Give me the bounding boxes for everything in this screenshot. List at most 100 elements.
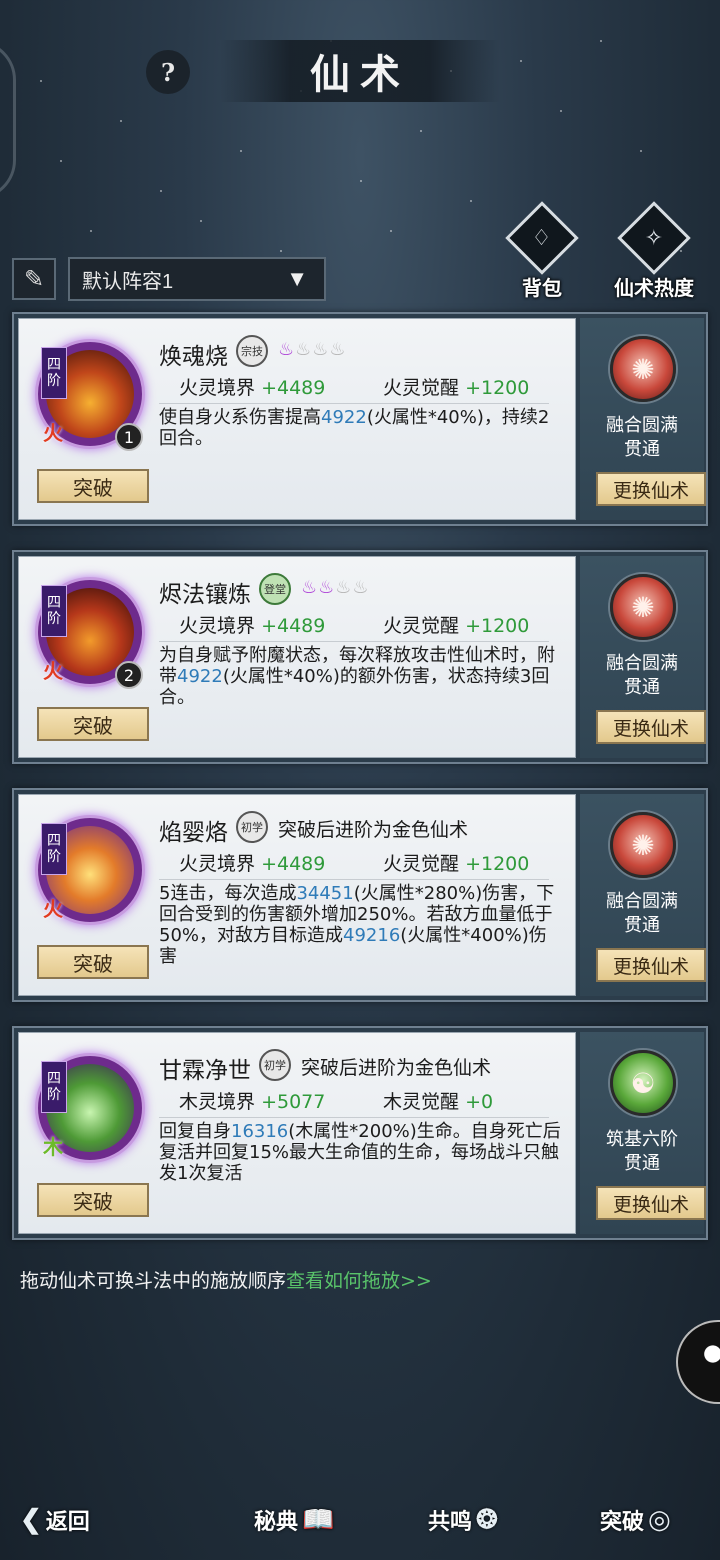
lineup-dropdown[interactable]: 默认阵容1 ▼ [68, 257, 326, 301]
break-button[interactable]: 突破 [37, 1183, 149, 1217]
skill-name: 焰婴烙 [159, 820, 228, 846]
stat-label: 木灵境界 [179, 1091, 256, 1113]
breakthrough-nav-button[interactable]: 突破 ◎ [600, 1498, 671, 1542]
bag-button[interactable]: ♢ 背包 [494, 201, 590, 302]
phoenix-icon[interactable]: ✺ [610, 812, 676, 878]
dragon-icon[interactable]: ☯ [610, 1050, 676, 1116]
bag-label: 背包 [522, 276, 562, 300]
phoenix-icon[interactable]: ✺ [610, 574, 676, 640]
stat-awaken: 火灵觉醒 +1200 [383, 849, 529, 876]
stat-label: 火灵境界 [179, 853, 256, 875]
skill-info-panel: 四阶木突破 甘霖净世 初学 突破后进阶为金色仙术 木灵境界 +5077 木灵觉醒 +0 回复… [18, 1032, 576, 1234]
flame-icon: ♨ [318, 577, 336, 598]
stat-label: 木灵觉醒 [383, 1091, 460, 1113]
break-button[interactable]: 突破 [37, 707, 149, 741]
swirl-icon: ❂ [476, 1505, 498, 1535]
skill-heat-button[interactable]: ✧ 仙术热度 [606, 201, 702, 302]
fusion-line: 筑基六阶 [606, 1129, 678, 1150]
divider [159, 1117, 549, 1118]
tier-tag: 四阶 [41, 347, 67, 399]
resonance-label: 共鸣 [428, 1509, 473, 1535]
skill-description: 回复自身16316(木属性*200%)生命。自身死亡后复活并回复15%最大生命值… [159, 1121, 563, 1184]
tier-tag: 四阶 [41, 585, 67, 637]
swap-skill-button[interactable]: 更换仙术 [596, 948, 706, 982]
skill-description: 5连击，每次造成34451(火属性*280%)伤害，下回合受到的伤害额外增加25… [159, 883, 563, 967]
tier-char: 阶 [47, 373, 61, 389]
fusion-line: 融合圆满 [606, 415, 678, 436]
desc-text: 回复自身 [159, 1121, 231, 1142]
phoenix-icon[interactable]: ✺ [610, 336, 676, 402]
open-book-icon: 📖 [302, 1505, 335, 1535]
advance-note: 突破后进阶为金色仙术 [301, 1057, 492, 1079]
flame-icon: ♨ [352, 577, 370, 598]
how-to-drag-link[interactable]: 查看如何拖放>> [286, 1270, 432, 1292]
stat-value: +1200 [465, 377, 530, 399]
flame-icon: ♨ [301, 577, 319, 598]
tier-tag: 四阶 [41, 823, 67, 875]
stat-label: 火灵觉醒 [383, 377, 460, 399]
codex-button[interactable]: 秘典 📖 [254, 1498, 334, 1542]
advance-note: 突破后进阶为金色仙术 [278, 819, 469, 841]
flame-icon: ♨ [312, 339, 330, 360]
help-button[interactable]: ? [146, 50, 190, 94]
desc-value: 49216 [343, 925, 401, 946]
codex-label: 秘典 [254, 1509, 299, 1535]
break-button[interactable]: 突破 [37, 945, 149, 979]
bottom-nav: ❮ 返回 秘典 📖 共鸣 ❂ 突破 ◎ [0, 1480, 720, 1560]
flame-icon: ♨ [335, 577, 353, 598]
stat-realm: 火灵境界 +4489 [179, 373, 325, 400]
fusion-status: 融合圆满 贯通 [580, 890, 704, 938]
breakthrough-nav-label: 突破 [600, 1509, 645, 1535]
tier-char: 四 [47, 356, 61, 373]
fusion-status: 筑基六阶 贯通 [580, 1128, 704, 1176]
fusion-panel: ✺ 融合圆满 贯通 更换仙术 [580, 556, 706, 758]
rank-seal: 初学 [259, 1049, 291, 1081]
side-panel-edge[interactable] [0, 40, 16, 200]
stat-value: +5077 [261, 1091, 326, 1113]
divider [159, 403, 549, 404]
fusion-panel: ✺ 融合圆满贯通更换仙术 [580, 318, 706, 520]
fusion-panel: ✺ 融合圆满贯通更换仙术 [580, 794, 706, 996]
drag-tip: 拖动仙术可换斗法中的施放顺序查看如何拖放>> [20, 1266, 432, 1293]
resonance-button[interactable]: 共鸣 ❂ [428, 1498, 498, 1542]
element-glyph: 火 [43, 659, 63, 683]
swap-skill-button[interactable]: 更换仙术 [596, 1186, 706, 1220]
fusion-line: 贯通 [624, 439, 660, 460]
swap-skill-button[interactable]: 更换仙术 [596, 472, 706, 506]
element-glyph: 火 [43, 897, 63, 921]
stat-value: +1200 [465, 853, 530, 875]
skill-card[interactable]: 四阶火突破 焰婴烙 初学 突破后进阶为金色仙术 火灵境界 +4489 火灵觉醒 +1200… [12, 788, 708, 1002]
lineup-selected-value: 默认阵容1 [82, 270, 174, 293]
desc-text: 5连击，每次造成 [159, 883, 297, 904]
flame-icon: ♨ [278, 339, 296, 360]
stat-realm: 火灵境界 +4489 [179, 849, 325, 876]
skill-info-panel: 四阶火 2 突破 烬法镶炼 登堂 ♨♨♨♨ 火灵境界 +4489 火灵觉醒 +1200 为自身赋… [18, 556, 576, 758]
skill-card[interactable]: 四阶木突破 甘霖净世 初学 突破后进阶为金色仙术 木灵境界 +5077 木灵觉醒 +0 回复… [12, 1026, 708, 1240]
flame-icon: ♨ [329, 339, 347, 360]
back-arrow-icon: ❮ [20, 1505, 42, 1535]
desc-value: 16316 [231, 1121, 289, 1142]
back-button[interactable]: ❮ 返回 [20, 1498, 90, 1542]
tier-char: 四 [47, 832, 61, 849]
desc-value: 4922 [177, 666, 223, 687]
skill-card[interactable]: 四阶火 1 突破 焕魂烧 宗技 ♨♨♨♨ 火灵境界 +4489 火灵觉醒 +1200 使自身火系… [12, 312, 708, 526]
stat-awaken: 木灵觉醒 +0 [383, 1087, 493, 1114]
skill-description: 为自身赋予附魔状态，每次释放攻击性仙术时，附带4922(火属性*40%)的额外伤… [159, 645, 563, 708]
tier-char: 阶 [47, 611, 61, 627]
swap-skill-button[interactable]: 更换仙术 [596, 710, 706, 744]
fusion-line: 融合圆满 [606, 891, 678, 912]
stat-value: +0 [465, 1091, 494, 1113]
break-button[interactable]: 突破 [37, 469, 149, 503]
divider [159, 641, 549, 642]
brush-icon[interactable]: ✎ [12, 258, 56, 300]
tier-char: 阶 [47, 1087, 61, 1103]
skill-card[interactable]: 四阶火 2 突破 烬法镶炼 登堂 ♨♨♨♨ 火灵境界 +4489 火灵觉醒 +1200 为自身赋… [12, 550, 708, 764]
fusion-status: 融合圆满 贯通 [580, 414, 704, 462]
cast-order-badge: 1 [115, 423, 143, 451]
stat-awaken: 火灵觉醒 +1200 [383, 373, 529, 400]
stat-label: 火灵觉醒 [383, 615, 460, 637]
fusion-line: 贯通 [624, 915, 660, 936]
yin-yang-icon[interactable] [676, 1320, 720, 1404]
stat-label: 火灵觉醒 [383, 853, 460, 875]
star-level-flames: ♨♨♨♨ [278, 339, 347, 360]
